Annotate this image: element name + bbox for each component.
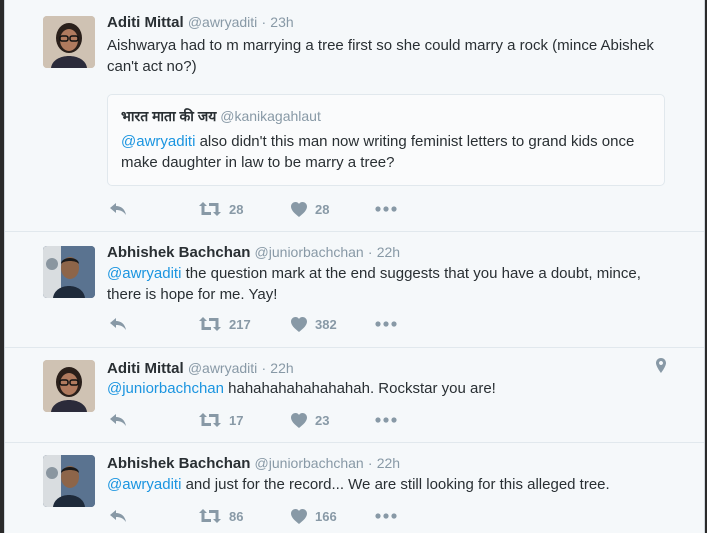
more-icon	[375, 321, 397, 327]
like-count: 166	[315, 508, 337, 524]
location-button[interactable]	[656, 358, 666, 378]
retweet-icon	[199, 509, 221, 523]
tweet[interactable]: Abhishek Bachchan @juniorbachchan · 22h …	[5, 232, 704, 348]
username[interactable]: @awryaditi	[188, 360, 257, 376]
tweet-header: Abhishek Bachchan @juniorbachchan · 22h	[107, 244, 400, 261]
like-count: 28	[315, 201, 330, 217]
mention-link[interactable]: @awryaditi	[107, 265, 181, 282]
tweet-actions: 86 166	[107, 506, 407, 526]
tweet-text-body: hahahahahahahahah. Rockstar you are!	[223, 380, 496, 397]
retweet-icon	[199, 202, 221, 216]
reply-button[interactable]	[109, 410, 127, 430]
like-count: 382	[315, 316, 337, 332]
avatar[interactable]	[43, 246, 95, 298]
display-name[interactable]: Aditi Mittal	[107, 360, 184, 377]
conversation-thread: Aditi Mittal @awryaditi · 23h Aishwarya …	[4, 0, 705, 533]
like-button[interactable]: 23	[291, 410, 329, 430]
reply-button[interactable]	[109, 314, 127, 334]
quoted-text-body: also didn't this man now writing feminis…	[121, 133, 635, 171]
heart-icon	[291, 508, 307, 524]
retweet-count: 86	[229, 508, 244, 524]
tweet[interactable]: Abhishek Bachchan @juniorbachchan · 22h …	[5, 443, 704, 533]
avatar[interactable]	[43, 360, 95, 412]
mention-link[interactable]: @awryaditi	[107, 476, 181, 493]
mention-link[interactable]: @juniorbachchan	[107, 380, 224, 397]
tweet-text: @awryaditi the question mark at the end …	[107, 263, 677, 305]
tweet-text: @juniorbachchan hahahahahahahahah. Rocks…	[107, 378, 677, 399]
tweet-header: Abhishek Bachchan @juniorbachchan · 22h	[107, 455, 400, 472]
tweet-text-body: the question mark at the end suggests th…	[107, 265, 641, 303]
tweet[interactable]: Aditi Mittal @awryaditi · 22h @juniorbac…	[5, 348, 704, 443]
quoted-tweet-text: @awryaditi also didn't this man now writ…	[121, 131, 651, 173]
timestamp[interactable]: 23h	[270, 14, 293, 30]
like-button[interactable]: 166	[291, 506, 337, 526]
username[interactable]: @juniorbachchan	[255, 244, 364, 260]
separator: ·	[261, 360, 267, 376]
retweet-button[interactable]: 28	[199, 199, 243, 219]
tweet-header: Aditi Mittal @awryaditi · 23h	[107, 14, 294, 31]
tweet-actions: 28 28	[107, 199, 407, 219]
display-name[interactable]: Abhishek Bachchan	[107, 244, 250, 261]
retweet-icon	[199, 317, 221, 331]
retweet-icon	[199, 413, 221, 427]
more-button[interactable]	[375, 199, 397, 219]
heart-icon	[291, 412, 307, 428]
username[interactable]: @awryaditi	[188, 14, 257, 30]
avatar[interactable]	[43, 455, 95, 507]
more-button[interactable]	[375, 410, 397, 430]
separator: ·	[367, 455, 373, 471]
tweet-header: Aditi Mittal @awryaditi · 22h	[107, 360, 294, 377]
tweet-text: Aishwarya had to m marrying a tree first…	[107, 37, 654, 75]
timestamp[interactable]: 22h	[270, 360, 293, 376]
display-name[interactable]: Abhishek Bachchan	[107, 455, 250, 472]
retweet-count: 217	[229, 316, 251, 332]
quoted-tweet-header: भारत माता की जय @kanikagahlaut	[121, 107, 321, 126]
timestamp[interactable]: 22h	[377, 244, 400, 260]
reply-button[interactable]	[109, 506, 127, 526]
quoted-username: @kanikagahlaut	[220, 108, 321, 124]
avatar[interactable]	[43, 16, 95, 68]
more-button[interactable]	[375, 314, 397, 334]
like-button[interactable]: 382	[291, 314, 337, 334]
heart-icon	[291, 316, 307, 332]
retweet-button[interactable]: 86	[199, 506, 243, 526]
like-button[interactable]: 28	[291, 199, 329, 219]
retweet-count: 28	[229, 201, 244, 217]
timestamp[interactable]: 22h	[377, 455, 400, 471]
retweet-button[interactable]: 217	[199, 314, 251, 334]
location-pin-icon	[656, 358, 666, 373]
display-name[interactable]: Aditi Mittal	[107, 14, 184, 31]
reply-icon	[110, 318, 126, 330]
more-button[interactable]	[375, 506, 397, 526]
reply-icon	[110, 510, 126, 522]
tweet-actions: 217 382	[107, 314, 407, 334]
username[interactable]: @juniorbachchan	[255, 455, 364, 471]
tweet-text: @awryaditi and just for the record... We…	[107, 474, 677, 495]
more-icon	[375, 417, 397, 423]
more-icon	[375, 206, 397, 212]
separator: ·	[261, 14, 267, 30]
heart-icon	[291, 201, 307, 217]
mention-link[interactable]: @awryaditi	[121, 133, 195, 150]
like-count: 23	[315, 412, 330, 428]
more-icon	[375, 513, 397, 519]
tweet-text-body: and just for the record... We are still …	[181, 476, 610, 493]
tweet-actions: 17 23	[107, 410, 407, 430]
quoted-tweet[interactable]: भारत माता की जय @kanikagahlaut @awryadit…	[107, 94, 665, 186]
retweet-count: 17	[229, 412, 244, 428]
reply-icon	[110, 414, 126, 426]
reply-button[interactable]	[109, 199, 127, 219]
reply-icon	[110, 203, 126, 215]
tweet[interactable]: Aditi Mittal @awryaditi · 23h Aishwarya …	[5, 0, 704, 232]
quoted-display-name: भारत माता की जय	[121, 108, 217, 124]
separator: ·	[367, 244, 373, 260]
retweet-button[interactable]: 17	[199, 410, 243, 430]
